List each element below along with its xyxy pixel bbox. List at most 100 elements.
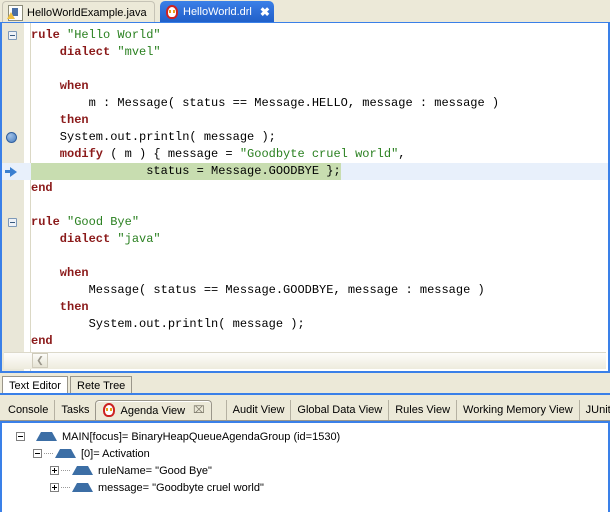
code-token: modify (31, 147, 103, 161)
code-line-text: rule "Hello World" (31, 27, 161, 44)
editor-page-tabs: Text Editor Rete Tree (0, 375, 610, 394)
tab-rete-tree[interactable]: Rete Tree (70, 376, 132, 394)
code-token: when (31, 79, 89, 93)
code-token: rule (31, 28, 67, 42)
code-line[interactable]: then (2, 112, 608, 129)
view-tab-working-memory-view[interactable]: Working Memory View (456, 400, 579, 420)
tree-collapse-icon[interactable] (33, 449, 42, 458)
fold-collapse-icon[interactable] (8, 218, 17, 227)
code-token: then (31, 300, 89, 314)
code-line-text: end (31, 333, 53, 350)
tab-label: Text Editor (9, 380, 61, 392)
tree-item-label: [0]= Activation (81, 448, 150, 460)
tree-item-label: MAIN[focus]= BinaryHeapQueueAgendaGroup … (62, 431, 340, 443)
agenda-tree[interactable]: MAIN[focus]= BinaryHeapQueueAgendaGroup … (0, 421, 610, 512)
code-line[interactable] (2, 61, 608, 78)
code-line-text: modify ( m ) { message = "Goodbyte cruel… (31, 146, 405, 163)
view-tab-rules-view[interactable]: Rules View (388, 400, 456, 420)
code-line[interactable] (2, 248, 608, 265)
tab-label: Rete Tree (77, 380, 125, 392)
code-line[interactable]: then (2, 299, 608, 316)
code-line[interactable]: rule "Hello World" (2, 27, 608, 44)
drools-file-icon (165, 5, 179, 20)
tab-text-editor[interactable]: Text Editor (2, 376, 68, 394)
code-line-text: dialect "mvel" (31, 44, 161, 61)
scroll-left-arrow-icon[interactable]: ❮ (32, 353, 48, 368)
code-token: dialect (31, 45, 117, 59)
tree-connector-line (61, 470, 70, 472)
close-icon[interactable]: ⌧ (193, 405, 205, 416)
code-text[interactable]: rule "Hello World" dialect "mvel" when m… (2, 27, 608, 350)
code-line-text: System.out.println( message ); (31, 316, 305, 333)
code-line[interactable]: dialect "java" (2, 231, 608, 248)
code-line[interactable]: System.out.println( message ); (2, 129, 608, 146)
tree-item[interactable]: message= "Goodbyte cruel world" (2, 479, 608, 496)
horizontal-scrollbar[interactable]: ❮ (4, 352, 606, 369)
tree-item[interactable]: ruleName= "Good Bye" (2, 462, 608, 479)
code-token: "Goodbyte cruel world" (240, 147, 398, 161)
code-line-text: status = Message.GOODBYE }; (31, 163, 341, 180)
code-line[interactable]: modify ( m ) { message = "Goodbyte cruel… (2, 146, 608, 163)
code-token: "java" (117, 232, 160, 246)
close-icon[interactable]: ✖ (260, 6, 270, 18)
debug-current-line-arrow-icon[interactable] (5, 166, 18, 177)
view-tab-global-data-view[interactable]: Global Data View (290, 400, 388, 420)
tree-collapse-icon[interactable] (16, 432, 25, 441)
editor-tab-helloworld-drl[interactable]: HelloWorld.drl ✖ (160, 1, 274, 23)
code-line[interactable]: System.out.println( message ); (2, 316, 608, 333)
code-token: end (31, 181, 53, 195)
editor-tab-helloworldexample-java[interactable]: HelloWorldExample.java (2, 1, 155, 23)
code-token: "mvel" (117, 45, 160, 59)
tree-item[interactable]: [0]= Activation (2, 445, 608, 462)
code-token: m : Message( status == Message.HELLO, me… (31, 96, 499, 110)
tree-connector-line (61, 487, 70, 489)
view-tab-audit-view[interactable]: Audit View (226, 400, 291, 420)
editor-page-tabs-underline (0, 393, 610, 395)
view-tab-bar: Console Tasks Agenda View⌧ Audit View Global… (0, 398, 610, 421)
code-line[interactable]: status = Message.GOODBYE }; (2, 163, 608, 180)
code-line[interactable]: end (2, 333, 608, 350)
code-token: dialect (31, 232, 117, 246)
agenda-node-icon (72, 483, 93, 492)
view-tab-label: Tasks (61, 404, 89, 416)
code-line[interactable]: end (2, 180, 608, 197)
code-token: "Good Bye" (67, 215, 139, 229)
code-line[interactable] (2, 197, 608, 214)
views-panel: Console Tasks Agenda View⌧ Audit View Global… (0, 398, 610, 512)
editor-tab-bar: HelloWorldExample.java HelloWorld.drl ✖ (0, 0, 610, 23)
view-tab-label: Console (8, 404, 48, 416)
code-line-text: rule "Good Bye" (31, 214, 139, 231)
code-token: status = Message.GOODBYE }; (31, 164, 341, 178)
tree-connector-line (44, 453, 53, 455)
view-tab-label: Rules View (395, 404, 450, 416)
tree-expand-icon[interactable] (50, 483, 59, 492)
code-line-text: then (31, 299, 89, 316)
view-tab-label: JUnit (586, 404, 610, 416)
code-line-text: then (31, 112, 89, 129)
view-tab-agenda-view[interactable]: Agenda View⌧ (95, 400, 211, 420)
code-token: rule (31, 215, 67, 229)
view-tab-tasks[interactable]: Tasks (54, 400, 95, 420)
view-tab-junit[interactable]: JUnit (579, 400, 610, 420)
breakpoint-marker-icon[interactable] (6, 132, 17, 143)
code-token: then (31, 113, 89, 127)
code-line-text: dialect "java" (31, 231, 161, 248)
code-scroll-area[interactable]: rule "Hello World" dialect "mvel" when m… (2, 23, 608, 371)
view-tab-console[interactable]: Console (2, 400, 54, 420)
tree-item[interactable]: MAIN[focus]= BinaryHeapQueueAgendaGroup … (2, 428, 608, 445)
fold-collapse-icon[interactable] (8, 31, 17, 40)
drools-view-icon (102, 403, 116, 418)
code-line[interactable]: when (2, 265, 608, 282)
code-line[interactable]: m : Message( status == Message.HELLO, me… (2, 95, 608, 112)
code-line[interactable]: when (2, 78, 608, 95)
code-line[interactable]: dialect "mvel" (2, 44, 608, 61)
code-line-text: m : Message( status == Message.HELLO, me… (31, 95, 499, 112)
code-line-text: when (31, 78, 89, 95)
code-line[interactable]: Message( status == Message.GOODBYE, mess… (2, 282, 608, 299)
agenda-node-icon (55, 449, 76, 458)
agenda-node-icon (72, 466, 93, 475)
code-token: end (31, 334, 53, 348)
tree-expand-icon[interactable] (50, 466, 59, 475)
view-tab-label: Audit View (233, 404, 285, 416)
code-line[interactable]: rule "Good Bye" (2, 214, 608, 231)
